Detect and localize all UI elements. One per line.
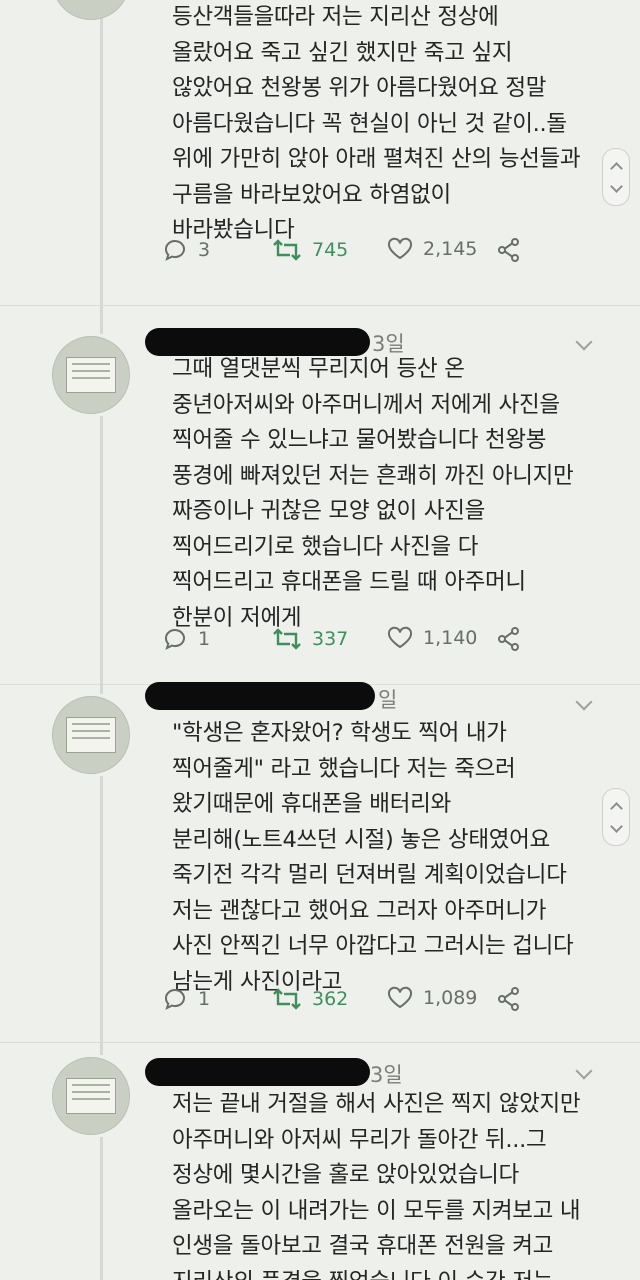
reply-count: 1 bbox=[198, 988, 211, 1010]
thread-line bbox=[100, 416, 103, 684]
thread-line bbox=[100, 0, 103, 305]
tweet-actions: 3 745 2,145 bbox=[162, 237, 542, 267]
tweet-actions: 1 362 1,089 bbox=[162, 986, 542, 1016]
like-button[interactable]: 2,145 bbox=[387, 237, 477, 261]
scroll-tab-2[interactable] bbox=[602, 788, 630, 846]
avatar[interactable] bbox=[52, 336, 130, 414]
retweet-icon bbox=[273, 239, 301, 261]
share-button[interactable] bbox=[497, 237, 521, 263]
tweet-text: 그때 열댓분씩 무리지어 등산 온 중년아저씨와 아주머니께서 저에게 사진을 … bbox=[172, 356, 574, 631]
reply-button[interactable]: 1 bbox=[162, 986, 210, 1012]
reply-button[interactable]: 3 bbox=[162, 237, 210, 263]
thread-line bbox=[100, 776, 103, 1042]
avatar-image bbox=[66, 1078, 116, 1114]
chevron-down-icon[interactable] bbox=[575, 333, 593, 351]
heart-icon bbox=[387, 237, 413, 260]
tweet-text: "학생은 혼자왔어? 학생도 찍어 내가 찍어줄게" 라고 했습니다 저는 죽으… bbox=[172, 720, 574, 995]
tweet-1[interactable]: 등산객들을따라 저는 지리산 정상에 올랐어요 죽고 싶긴 했지만 죽고 싶지 … bbox=[0, 0, 640, 306]
share-icon bbox=[498, 987, 519, 1011]
thread-line bbox=[100, 1043, 103, 1055]
thread-line bbox=[100, 1137, 103, 1280]
tweet-3[interactable]: 일 "학생은 혼자왔어? 학생도 찍어 내가 찍어줄게" 라고 했습니다 저는 … bbox=[0, 682, 640, 1043]
like-button[interactable]: 1,089 bbox=[387, 986, 477, 1010]
retweet-count: 337 bbox=[312, 628, 349, 650]
share-button[interactable] bbox=[497, 986, 521, 1012]
tweet-text: 등산객들을따라 저는 지리산 정상에 올랐어요 죽고 싶긴 했지만 죽고 싶지 … bbox=[172, 4, 581, 243]
like-count: 2,145 bbox=[423, 238, 478, 260]
avatar-image bbox=[66, 717, 116, 753]
redacted-username bbox=[145, 682, 375, 710]
avatar[interactable] bbox=[52, 1057, 130, 1135]
share-icon bbox=[498, 627, 519, 651]
thread-line bbox=[100, 684, 103, 694]
avatar-image bbox=[66, 357, 116, 393]
reply-button[interactable]: 1 bbox=[162, 626, 210, 652]
retweet-icon bbox=[273, 988, 301, 1010]
heart-icon bbox=[387, 626, 413, 649]
tweet-4[interactable]: 3일 저는 끝내 거절을 해서 사진은 찍지 않았지만 아주머니와 아저씨 무리… bbox=[0, 1043, 640, 1280]
tweet-time: 일 bbox=[378, 688, 398, 712]
redacted-username bbox=[145, 1058, 370, 1086]
retweet-count: 745 bbox=[312, 239, 349, 261]
tweet-2[interactable]: 3일 그때 열댓분씩 무리지어 등산 온 중년아저씨와 아주머니께서 저에게 사… bbox=[0, 306, 640, 685]
reply-icon bbox=[165, 989, 185, 1010]
retweet-count: 362 bbox=[312, 988, 349, 1010]
reply-count: 3 bbox=[198, 239, 211, 261]
tweet-thread: 등산객들을따라 저는 지리산 정상에 올랐어요 죽고 싶긴 했지만 죽고 싶지 … bbox=[0, 0, 640, 1280]
chevron-down-icon[interactable] bbox=[575, 693, 593, 711]
avatar[interactable] bbox=[52, 696, 130, 774]
share-button[interactable] bbox=[497, 626, 521, 652]
retweet-button[interactable]: 337 bbox=[272, 626, 348, 652]
like-count: 1,089 bbox=[423, 987, 478, 1009]
retweet-icon bbox=[273, 628, 301, 650]
tweet-time: 3일 bbox=[370, 1063, 403, 1087]
like-button[interactable]: 1,140 bbox=[387, 626, 477, 650]
reply-icon bbox=[165, 629, 185, 650]
tweet-actions: 1 337 1,140 bbox=[162, 626, 542, 656]
reply-count: 1 bbox=[198, 628, 211, 650]
thread-line bbox=[100, 306, 103, 334]
retweet-button[interactable]: 362 bbox=[272, 986, 348, 1012]
scroll-tab-1[interactable] bbox=[602, 148, 630, 206]
tweet-text: 저는 끝내 거절을 해서 사진은 찍지 않았지만 아주머니와 아저씨 무리가 돌… bbox=[172, 1091, 581, 1280]
avatar[interactable] bbox=[52, 0, 130, 20]
like-count: 1,140 bbox=[423, 627, 478, 649]
chevron-down-icon[interactable] bbox=[575, 1062, 593, 1080]
share-icon bbox=[498, 238, 519, 262]
retweet-button[interactable]: 745 bbox=[272, 237, 348, 263]
heart-icon bbox=[387, 986, 413, 1009]
reply-icon bbox=[165, 240, 185, 261]
